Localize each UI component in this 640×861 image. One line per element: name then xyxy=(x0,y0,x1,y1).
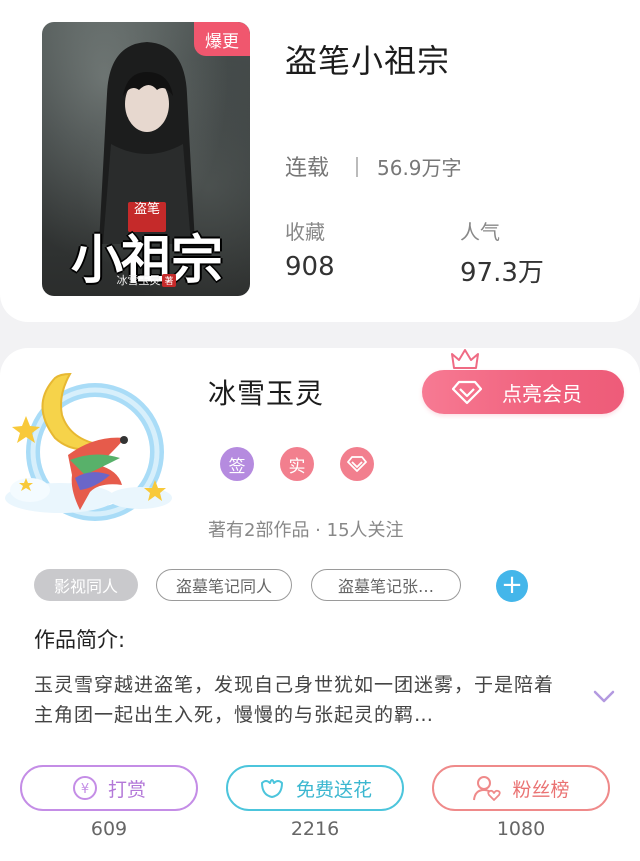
book-cover[interactable]: 爆更 盗笔 小祖宗 冰雪玉灵著 xyxy=(42,22,250,296)
svg-text:¥: ¥ xyxy=(81,782,89,797)
signed-badge-label: 签 xyxy=(228,456,246,477)
intro-heading: 作品简介: xyxy=(34,628,126,652)
favorites-value: 908 xyxy=(285,252,335,282)
flower-icon xyxy=(260,779,283,798)
tip-button[interactable]: ¥ 打赏 xyxy=(20,765,198,811)
add-tag-button[interactable]: + xyxy=(496,570,528,602)
chevron-down-icon[interactable] xyxy=(593,690,615,704)
book-info-card: 爆更 盗笔 小祖宗 冰雪玉灵著 盗笔小祖宗 连载 56.9万字 收藏 908 人… xyxy=(0,0,640,322)
vip-button-label: 点亮会员 xyxy=(502,381,582,406)
diamond-icon xyxy=(452,380,482,405)
cover-author: 冰雪玉灵著 xyxy=(42,272,250,288)
tag-item[interactable]: 盗墓笔记同人 xyxy=(156,569,292,601)
cover-badge: 爆更 xyxy=(194,22,250,56)
author-name[interactable]: 冰雪玉灵 xyxy=(208,372,324,412)
tip-count: 609 xyxy=(90,818,128,840)
tag-item[interactable]: 盗墓笔记张… xyxy=(311,569,461,601)
intro-text[interactable]: 玉灵雪穿越进盗笔，发现自己身世犹如一团迷雾，于是陪着主角团一起出生入死，慢慢的与… xyxy=(34,670,564,730)
cover-author-mark: 著 xyxy=(162,274,176,287)
book-status: 连载 xyxy=(285,156,330,181)
status-divider xyxy=(356,157,358,177)
yen-coin-icon: ¥ xyxy=(72,776,97,800)
tip-button-label: 打赏 xyxy=(107,778,146,801)
verified-badge-label: 实 xyxy=(288,456,306,477)
tag-item[interactable]: 影视同人 xyxy=(34,569,138,601)
fan-ranking-button[interactable]: 粉丝榜 xyxy=(432,765,610,811)
vip-diamond-badge-icon xyxy=(340,447,374,481)
user-heart-icon xyxy=(473,776,502,801)
vip-membership-button[interactable]: 点亮会员 xyxy=(422,370,624,414)
word-count: 56.9万字 xyxy=(377,156,462,180)
fan-ranking-label: 粉丝榜 xyxy=(512,778,570,801)
author-avatar[interactable] xyxy=(0,360,180,535)
cover-author-name: 冰雪玉灵 xyxy=(116,274,161,287)
flower-count: 2216 xyxy=(290,818,340,840)
favorites-label: 收藏 xyxy=(285,220,325,244)
send-flower-label: 免费送花 xyxy=(295,778,372,801)
author-stats: 著有2部作品 · 15人关注 xyxy=(208,520,404,541)
book-title: 盗笔小祖宗 xyxy=(285,42,451,80)
fan-count: 1080 xyxy=(496,818,546,840)
verified-badge-icon: 实 xyxy=(280,447,314,481)
crown-icon xyxy=(451,349,479,369)
send-flower-button[interactable]: 免费送花 xyxy=(226,765,404,811)
popularity-label: 人气 xyxy=(460,220,500,244)
popularity-value: 97.3万 xyxy=(460,258,544,288)
diamond-icon xyxy=(347,456,367,472)
signed-badge-icon: 签 xyxy=(220,447,254,481)
